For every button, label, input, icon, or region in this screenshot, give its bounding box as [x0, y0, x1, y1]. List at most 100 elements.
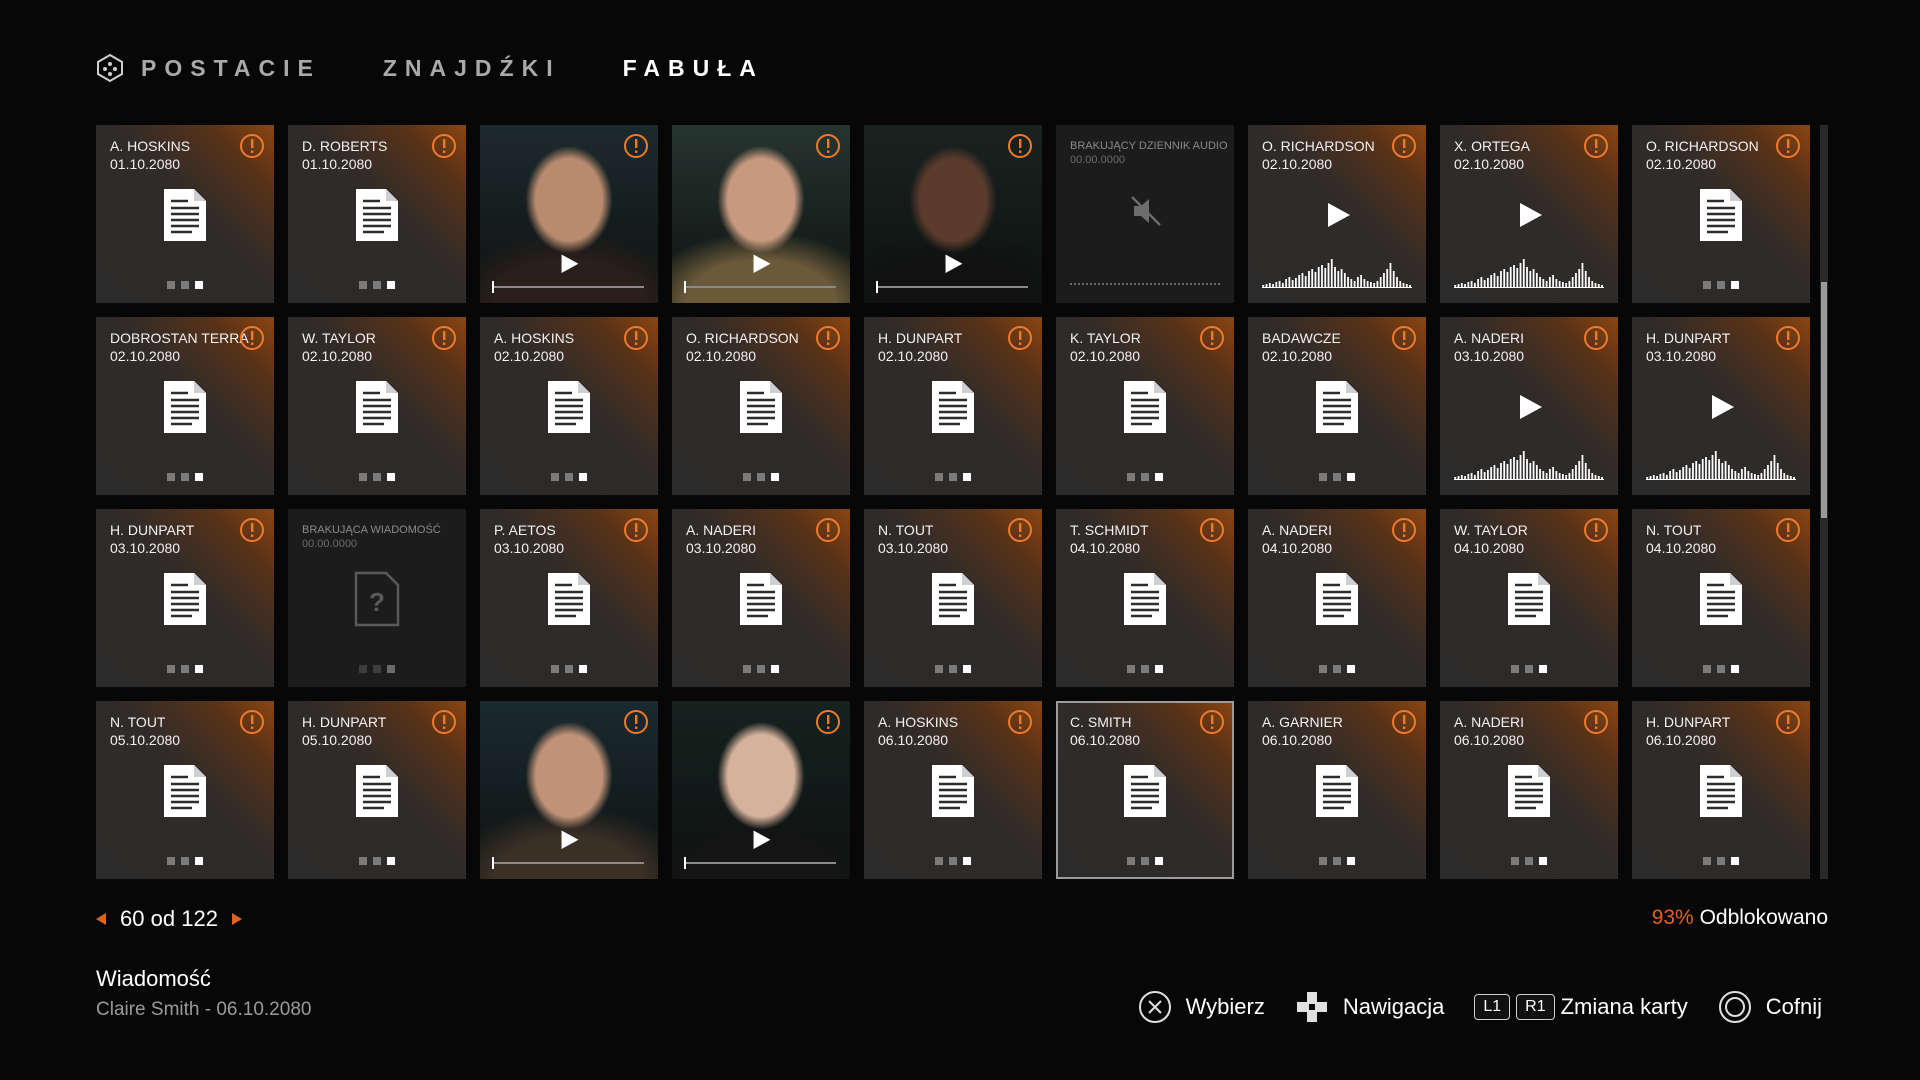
page-dot [743, 665, 751, 673]
navigation-control[interactable]: Nawigacja [1295, 990, 1444, 1024]
page-indicator [672, 473, 850, 481]
collectible-card[interactable] [480, 125, 658, 303]
collectible-card[interactable]: DOBROSTAN TERRA 02.10.2080 [96, 317, 274, 495]
page-dot [359, 281, 367, 289]
page-dot [1539, 665, 1547, 673]
tab-postacie[interactable]: POSTACIE [141, 55, 321, 82]
collectible-card[interactable] [672, 125, 850, 303]
collectible-card[interactable]: N. TOUT 04.10.2080 [1632, 509, 1810, 687]
play-icon [752, 829, 772, 851]
page-dot [359, 857, 367, 865]
alert-icon [1007, 517, 1033, 543]
collectible-card[interactable]: X. ORTEGA 02.10.2080 [1440, 125, 1618, 303]
collectible-card[interactable]: A. HOSKINS 02.10.2080 [480, 317, 658, 495]
collectible-card[interactable] [864, 125, 1042, 303]
document-icon [162, 763, 208, 819]
collectible-card[interactable]: BRAKUJĄCA WIADOMOŚĆ 00.00.0000? [288, 509, 466, 687]
card-title: H. DUNPART [302, 714, 387, 730]
collectible-card[interactable]: BADAWCZE 02.10.2080 [1248, 317, 1426, 495]
page-indicator [96, 473, 274, 481]
page-dot [1717, 281, 1725, 289]
muted-speaker-icon [1128, 193, 1164, 229]
collectible-card[interactable]: A. NADERI 03.10.2080 [672, 509, 850, 687]
collectible-card[interactable]: A. GARNIER 06.10.2080 [1248, 701, 1426, 879]
collectible-card[interactable]: O. RICHARDSON 02.10.2080 [672, 317, 850, 495]
page-dot [1141, 473, 1149, 481]
page-indicator [864, 473, 1042, 481]
alert-icon [623, 325, 649, 351]
page-dot [359, 473, 367, 481]
collectible-card[interactable]: N. TOUT 03.10.2080 [864, 509, 1042, 687]
collectible-card[interactable]: A. NADERI 04.10.2080 [1248, 509, 1426, 687]
unlocked-status: 93% Odblokowano [1652, 906, 1828, 930]
tab-fabula[interactable]: FABUŁA [623, 55, 764, 82]
page-dot [963, 473, 971, 481]
page-indicator [1440, 857, 1618, 865]
page-dot [1333, 473, 1341, 481]
page-dot [1731, 857, 1739, 865]
collectible-card[interactable]: W. TAYLOR 04.10.2080 [1440, 509, 1618, 687]
document-icon [1506, 763, 1552, 819]
controller-icon [95, 53, 125, 83]
collectible-card[interactable]: A. HOSKINS 01.10.2080 [96, 125, 274, 303]
collectible-card[interactable]: K. TAYLOR 02.10.2080 [1056, 317, 1234, 495]
collectible-card[interactable]: P. AETOS 03.10.2080 [480, 509, 658, 687]
collectible-card[interactable] [480, 701, 658, 879]
page-dot [387, 665, 395, 673]
collectible-card[interactable]: C. SMITH 06.10.2080 [1056, 701, 1234, 879]
previous-page-arrow-icon[interactable] [96, 913, 106, 925]
collectible-card[interactable]: N. TOUT 05.10.2080 [96, 701, 274, 879]
document-icon [738, 571, 784, 627]
card-title: BADAWCZE [1262, 330, 1341, 346]
collectible-card[interactable]: H. DUNPART 03.10.2080 [96, 509, 274, 687]
collectible-card[interactable]: T. SCHMIDT 04.10.2080 [1056, 509, 1234, 687]
alert-icon [431, 325, 457, 351]
progress-handle [684, 857, 686, 869]
page-dot [1539, 857, 1547, 865]
play-icon [1326, 201, 1352, 229]
page-dot [1319, 857, 1327, 865]
card-date: 06.10.2080 [1646, 732, 1717, 748]
card-date: 04.10.2080 [1454, 540, 1525, 556]
collectible-card[interactable]: W. TAYLOR 02.10.2080 [288, 317, 466, 495]
collectible-card[interactable]: H. DUNPART 03.10.2080 [1632, 317, 1810, 495]
collectible-card[interactable]: A. HOSKINS 06.10.2080 [864, 701, 1042, 879]
alert-icon [623, 133, 649, 159]
collectible-card[interactable]: H. DUNPART 06.10.2080 [1632, 701, 1810, 879]
circle-button-icon [1718, 991, 1751, 1023]
tab-znajdzki[interactable]: ZNAJDŹKI [383, 55, 561, 82]
back-control[interactable]: Cofnij [1718, 990, 1822, 1024]
card-title: A. NADERI [686, 522, 757, 538]
collectible-card[interactable]: D. ROBERTS 01.10.2080 [288, 125, 466, 303]
page-dot [1717, 857, 1725, 865]
select-control[interactable]: Wybierz [1138, 990, 1265, 1024]
unlocked-percent: 93% [1651, 906, 1694, 929]
document-icon [354, 187, 400, 243]
pager-separator: od [150, 906, 176, 931]
scrollbar-thumb[interactable] [1821, 282, 1827, 518]
page-indicator [1056, 857, 1234, 865]
document-icon [162, 187, 208, 243]
collectible-card[interactable]: O. RICHARDSON 02.10.2080 [1248, 125, 1426, 303]
next-page-arrow-icon[interactable] [231, 913, 242, 925]
collectible-card[interactable]: A. NADERI 06.10.2080 [1440, 701, 1618, 879]
collectible-card[interactable]: A. NADERI 03.10.2080 [1440, 317, 1618, 495]
page-dot [195, 665, 203, 673]
card-date: 06.10.2080 [1262, 732, 1333, 748]
collectible-card[interactable] [672, 701, 850, 879]
collectible-card[interactable]: H. DUNPART 05.10.2080 [288, 701, 466, 879]
page-dot [1127, 473, 1135, 481]
card-date: 00.00.0000 [1070, 154, 1126, 166]
page-dot [387, 473, 395, 481]
card-date: 02.10.2080 [1262, 156, 1333, 172]
page-indicator [288, 473, 466, 481]
page-dot [1155, 857, 1163, 865]
collectible-card[interactable]: O. RICHARDSON 02.10.2080 [1632, 125, 1810, 303]
change-tab-control[interactable]: L1 R1 Zmiana karty [1474, 994, 1688, 1020]
collectible-card[interactable]: BRAKUJĄCY DZIENNIK AUDIO 00.00.0000 [1056, 125, 1234, 303]
document-icon [738, 379, 784, 435]
pager-total: 122 [181, 906, 218, 931]
document-icon [354, 763, 400, 819]
collectible-card[interactable]: H. DUNPART 02.10.2080 [864, 317, 1042, 495]
alert-icon [1583, 517, 1609, 543]
